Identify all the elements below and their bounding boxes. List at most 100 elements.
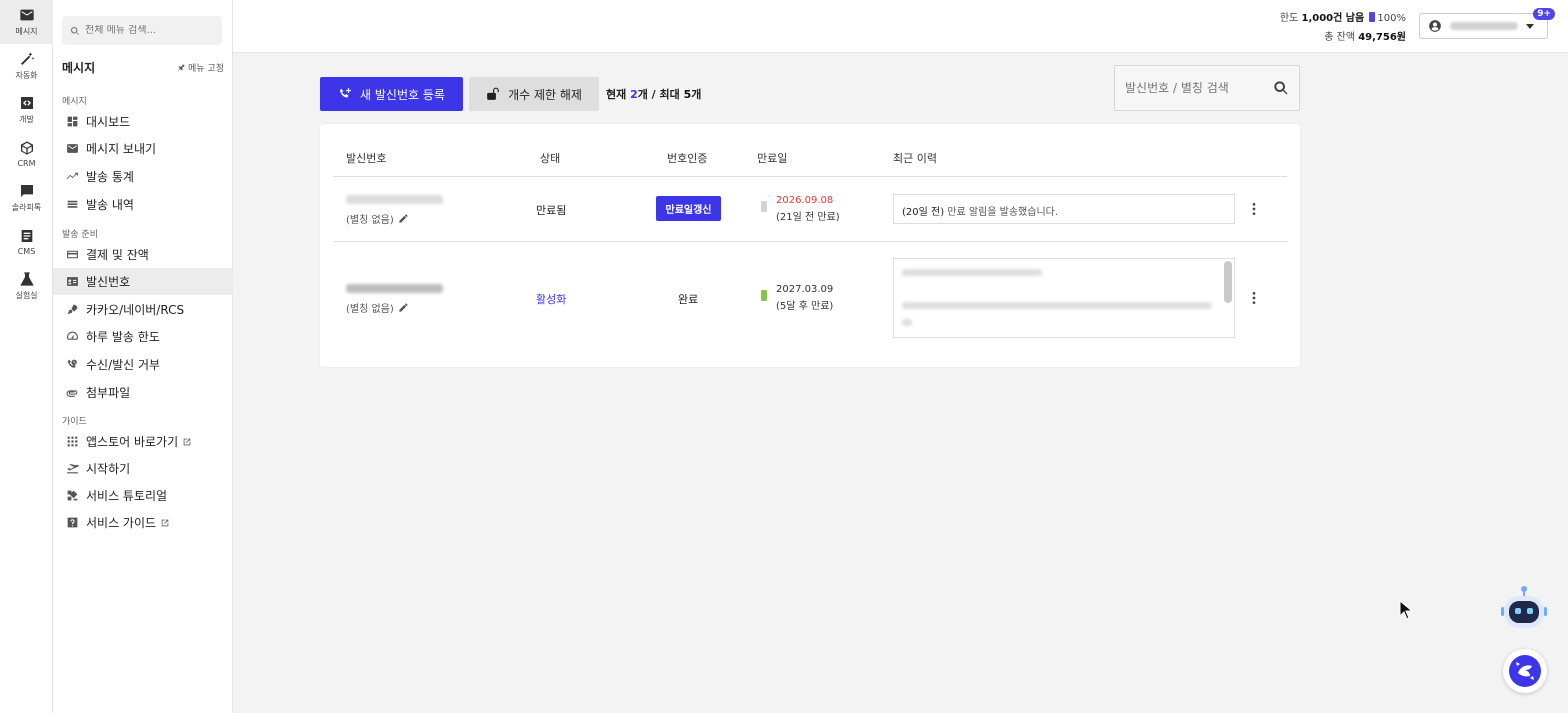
- quota-percent: 100%: [1377, 13, 1406, 24]
- rail-item-dev[interactable]: 개발: [0, 88, 53, 132]
- rail-item-automation[interactable]: 자동화: [0, 44, 53, 88]
- rail-label: 실험실: [15, 291, 38, 300]
- paperclip-icon: [66, 390, 78, 397]
- rail-label: 메시지: [15, 27, 38, 36]
- dashboard-icon: [67, 116, 78, 127]
- notification-badge: 9+: [1533, 8, 1555, 20]
- sidebar-item-send-message[interactable]: 메시지 보내기: [53, 135, 233, 162]
- rocket-icon: [67, 304, 78, 315]
- document-icon: [21, 230, 32, 242]
- rail-item-lab[interactable]: 실험실: [0, 264, 53, 308]
- alias-label: (별칭 없음): [346, 304, 394, 315]
- tutorial-icon: [67, 490, 78, 501]
- recent-history-box[interactable]: [893, 258, 1235, 338]
- header-verify: 번호인증: [667, 152, 708, 165]
- header-expire: 만료일: [757, 152, 788, 165]
- sidebar-item-label: 발송 통계: [86, 170, 134, 184]
- count-prefix: 현재: [606, 88, 631, 101]
- external-link-icon: [161, 519, 169, 526]
- divider: [333, 176, 1287, 177]
- speedometer-icon: [67, 331, 78, 340]
- scrollbar[interactable]: [1224, 261, 1232, 303]
- mouse-cursor-icon: [1399, 600, 1413, 620]
- sidebar-item-kakao-naver-rcs[interactable]: 카카오/네이버/RCS: [53, 296, 233, 323]
- sidebar-item-label: 첨부파일: [86, 386, 131, 400]
- sidebar-item-label: 시작하기: [86, 462, 131, 476]
- sidebar-item-label: 서비스 튜토리얼: [86, 489, 168, 503]
- quota-value: 1,000건 남음: [1301, 13, 1365, 24]
- ai-assistant-button[interactable]: [1500, 585, 1548, 633]
- rail-label: 자동화: [15, 71, 38, 80]
- renew-expiry-button[interactable]: 만료일갱신: [656, 196, 721, 221]
- number-search-input[interactable]: [1125, 81, 1265, 95]
- rail-item-crm[interactable]: CRM: [0, 132, 53, 176]
- menu-search[interactable]: [62, 16, 222, 45]
- rail-item-talk[interactable]: 솔라피톡: [0, 176, 53, 220]
- sidebar-item-label: 발신번호: [86, 275, 131, 289]
- new-sender-number-label: 새 발신번호 등록: [360, 87, 445, 102]
- sidebar-item-reject[interactable]: 수신/발신 거부: [53, 351, 233, 378]
- sidebar-item-label: 하루 발송 한도: [86, 330, 160, 344]
- chat-logo-icon: [1509, 655, 1541, 687]
- unlock-limit-label: 개수 제한 해제: [508, 87, 582, 102]
- unlock-limit-button[interactable]: 개수 제한 해제: [469, 77, 599, 111]
- rail-item-message[interactable]: 메시지: [0, 0, 53, 44]
- section-guide: 가이드: [62, 417, 87, 427]
- chat-icon: [20, 185, 33, 197]
- sidebar-item-dashboard[interactable]: 대시보드: [53, 108, 233, 135]
- search-icon[interactable]: [1273, 80, 1289, 96]
- expire-note: (21일 전 만료): [776, 212, 840, 223]
- chat-support-button[interactable]: [1503, 649, 1547, 693]
- sidebar-item-app-store[interactable]: 앱스토어 바로가기: [53, 428, 233, 455]
- sidebar-item-tutorial[interactable]: 서비스 튜토리얼: [53, 482, 233, 509]
- balance-value: 49,756원: [1358, 32, 1406, 43]
- history-time: (20일 전): [902, 207, 945, 218]
- user-name-redacted: [1450, 22, 1518, 30]
- menu-search-input[interactable]: [85, 25, 215, 36]
- alias-edit[interactable]: (별칭 없음): [346, 211, 409, 226]
- battery-icon: [761, 201, 767, 212]
- magic-wand-icon: [20, 52, 34, 65]
- sender-number-redacted: [346, 195, 443, 204]
- count-mid: 개 / 최대: [637, 88, 684, 101]
- search-icon: [70, 26, 80, 35]
- number-search[interactable]: [1114, 65, 1300, 111]
- more-menu-icon[interactable]: [1246, 201, 1262, 217]
- more-menu-icon[interactable]: [1246, 290, 1262, 306]
- quota-label: 한도: [1279, 13, 1299, 24]
- takeoff-icon: [67, 464, 79, 474]
- rail-item-cms[interactable]: CMS: [0, 220, 53, 264]
- user-menu-button[interactable]: 9+: [1419, 8, 1555, 39]
- sidebar-item-daily-limit[interactable]: 하루 발송 한도: [53, 323, 233, 350]
- sidebar-item-label: 결제 및 잔액: [86, 248, 149, 262]
- sidebar-item-attachment[interactable]: 첨부파일: [53, 379, 233, 406]
- expire-date: 2027.03.09: [776, 284, 834, 295]
- app-rail: 메시지 자동화 개발 CRM 솔라피톡 CMS 실험실: [0, 0, 53, 713]
- mail-icon: [67, 144, 78, 153]
- sidebar-item-payment[interactable]: 결제 및 잔액: [53, 241, 233, 268]
- phone-add-icon: [339, 88, 351, 98]
- rail-label: 솔라피톡: [11, 203, 42, 212]
- sidebar-item-service-guide[interactable]: 서비스 가이드: [53, 509, 233, 536]
- balance-label: 총 잔액: [1324, 32, 1356, 43]
- trend-icon: [66, 172, 78, 180]
- sidebar-item-getting-started[interactable]: 시작하기: [53, 455, 233, 482]
- sidebar-item-history[interactable]: 발송 내역: [53, 191, 233, 218]
- pencil-icon[interactable]: [398, 213, 409, 224]
- alias-edit[interactable]: (별칭 없음): [346, 300, 409, 315]
- list-icon: [67, 200, 78, 208]
- grid-icon: [67, 436, 78, 447]
- pin-menu-button[interactable]: 메뉴 고정: [177, 61, 224, 74]
- status-active: 활성화: [536, 293, 567, 306]
- card-icon: [67, 250, 78, 259]
- id-card-icon: [67, 277, 78, 286]
- sender-number-table: 발신번호 상태 번호인증 만료일 최근 이력 (별칭 없음) 만료됨 만료일갱신…: [320, 124, 1300, 367]
- sidebar-item-statistics[interactable]: 발송 통계: [53, 163, 233, 190]
- pencil-icon[interactable]: [398, 302, 409, 313]
- recent-history-box: (20일 전) 만료 알림을 발송했습니다.: [893, 194, 1235, 224]
- verify-complete: 완료: [678, 293, 699, 306]
- header-status: 상태: [540, 152, 561, 165]
- sidebar-item-sender-number[interactable]: 발신번호: [53, 268, 233, 295]
- history-redacted: [902, 319, 912, 326]
- new-sender-number-button[interactable]: 새 발신번호 등록: [320, 77, 463, 111]
